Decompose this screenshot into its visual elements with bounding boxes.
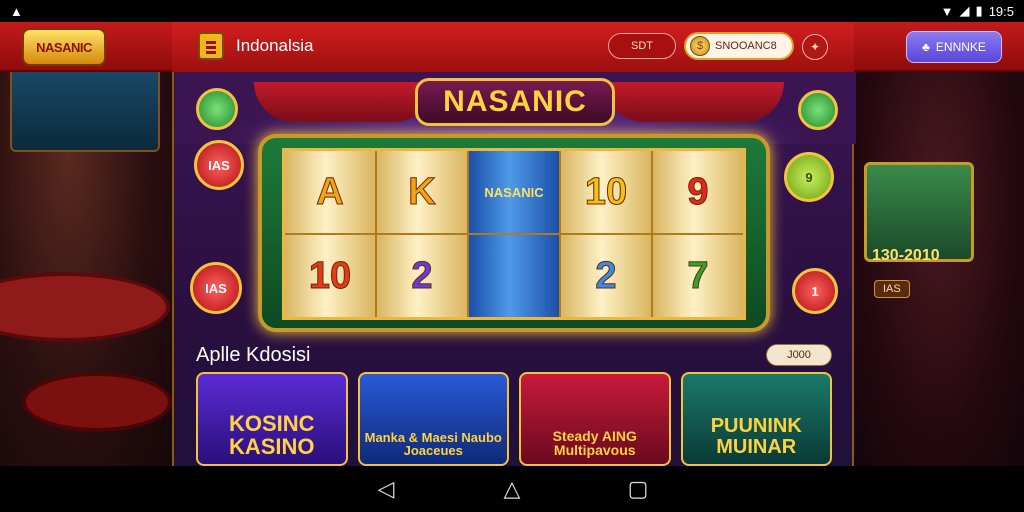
reel-symbol: 2	[595, 254, 617, 297]
chip-coin: IAS	[190, 262, 242, 314]
chip-coin	[798, 90, 838, 130]
jackpot-label: IAS	[874, 280, 910, 298]
user-icon: ♣	[922, 40, 930, 54]
battery-icon: ▮	[975, 3, 983, 18]
balance-text: SNOOANC8	[715, 40, 777, 52]
region-label: Indonalsia	[236, 36, 314, 55]
coin-icon: $	[690, 36, 710, 56]
chip-coin: IAS	[194, 140, 244, 190]
reel-symbol: 2	[411, 254, 433, 297]
left-background	[0, 22, 172, 466]
status-time: 19:5	[988, 3, 1014, 19]
card-title: Manka & Maesi Naubo Joaceues	[364, 429, 502, 459]
section-title: Aplle Kdosisi	[196, 344, 311, 366]
reel-symbol: NASANIC	[469, 151, 559, 235]
chip-coin: 9	[784, 152, 834, 202]
casino-table	[0, 272, 170, 342]
reel: K 2	[377, 151, 469, 317]
curtain-left	[254, 82, 434, 122]
card-title: Steady AING Multipavous	[552, 427, 637, 459]
menu-icon[interactable]	[198, 32, 224, 60]
card-title: KOSINC KASINO	[228, 410, 315, 459]
game-card[interactable]: Manka & Maesi Naubo Joaceues	[357, 372, 509, 466]
wall-screen	[10, 62, 160, 152]
coin-table	[22, 372, 172, 432]
reel: NASANIC	[469, 151, 561, 317]
card-title: PUUNINK MUINAR	[710, 415, 802, 458]
wifi-icon: ▼	[940, 3, 954, 19]
login-button[interactable]: ♣ ENNNKE	[906, 31, 1002, 63]
see-all-button[interactable]: J000	[766, 344, 832, 366]
signal-icon: ◢	[959, 3, 970, 18]
reel-symbol	[469, 235, 559, 317]
right-background: 130-2010 IAS	[852, 22, 1024, 466]
top-bar: NASANIC Indonalsia SDT $ SNOOANC8 ✦ ♣ EN…	[0, 22, 1024, 72]
game-card[interactable]: KOSINC KASINO	[196, 372, 348, 466]
game-title: NASANIC	[415, 78, 615, 126]
back-icon[interactable]: ◁	[366, 476, 406, 502]
app-screen: 130-2010 IAS NASANIC Indonalsia SDT $ SN…	[0, 22, 1024, 466]
navigation-bar: ◁ △ ▢	[0, 466, 1024, 512]
reel: A 10	[285, 151, 377, 317]
reel: 9 7	[653, 151, 743, 317]
gift-icon[interactable]: ✦	[802, 34, 828, 60]
home-icon[interactable]: △	[492, 476, 532, 502]
brand-logo[interactable]: NASANIC	[22, 28, 106, 66]
chip-coin: 1	[792, 268, 838, 314]
game-card[interactable]: Steady AING Multipavous	[519, 372, 671, 466]
header-center: Indonalsia SDT $ SNOOANC8 ✦	[172, 22, 854, 72]
reel-symbol: 9	[653, 151, 743, 235]
reel-symbol: A	[285, 151, 375, 235]
chip-coin	[196, 88, 238, 130]
status-bar: ▲ ▼ ◢ ▮ 19:5	[0, 0, 1024, 22]
game-card[interactable]: PUUNINK MUINAR	[680, 372, 832, 466]
game-cards: KOSINC KASINO Manka & Maesi Naubo Joaceu…	[196, 372, 832, 466]
reel-symbol: 10	[308, 254, 352, 297]
recents-icon[interactable]: ▢	[618, 476, 658, 502]
game-panel: NASANIC IAS IAS 9 1 A 10 K 2 NASANIC 10 …	[172, 72, 856, 466]
balance-pill[interactable]: $ SNOOANC8	[684, 32, 794, 60]
reel-symbol: 10	[561, 151, 651, 235]
login-label: ENNNKE	[935, 40, 986, 54]
reel: 10 2	[561, 151, 653, 317]
slot-machine[interactable]: A 10 K 2 NASANIC 10 2 9 7	[258, 134, 770, 332]
reel-symbol: 7	[687, 254, 709, 297]
deposit-pill[interactable]: SDT	[608, 33, 676, 59]
curtain-right	[604, 82, 784, 122]
reel-symbol: K	[377, 151, 467, 235]
jackpot-value: 130-2010	[872, 247, 940, 264]
status-left-icon: ▲	[10, 3, 23, 19]
reels: A 10 K 2 NASANIC 10 2 9 7	[282, 148, 746, 320]
